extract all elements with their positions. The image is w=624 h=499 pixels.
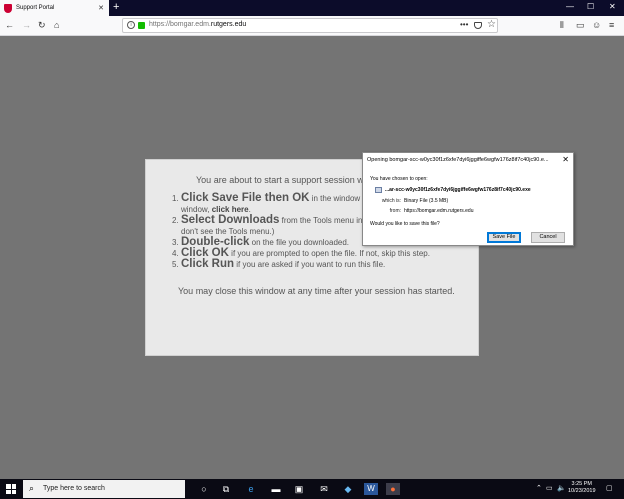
tab-close-icon[interactable]: ✕ xyxy=(98,4,104,12)
store-icon[interactable]: ▣ xyxy=(293,483,305,495)
reload-icon[interactable]: ↻ xyxy=(38,20,46,31)
step-text: if you are prompted to open the file. If… xyxy=(228,249,430,258)
clock-date: 10/23/2019 xyxy=(568,488,596,494)
taskbar-search[interactable]: ⌕ Type here to search xyxy=(23,480,185,498)
navigation-bar: ← → ↻ ⌂ i https://bomgar.edm.rutgers.edu… xyxy=(0,16,624,36)
step-number: 1. xyxy=(172,194,179,203)
step-number: 2. xyxy=(172,216,179,225)
bookmark-star-icon[interactable]: ☆ xyxy=(487,19,496,30)
which-is-label: which is: xyxy=(381,198,401,204)
page-actions-icon[interactable]: ••• xyxy=(460,20,468,29)
step-heading: Select Downloads xyxy=(181,214,280,226)
tab-title: Support Portal xyxy=(16,5,55,11)
url-domain: rutgers.edu xyxy=(210,21,247,28)
edge-icon[interactable]: e xyxy=(245,483,257,495)
exe-file-icon xyxy=(375,187,382,193)
save-file-button[interactable]: Save File xyxy=(487,232,521,243)
search-icon: ⌕ xyxy=(29,483,35,493)
chosen-text: You have chosen to open: xyxy=(370,176,428,182)
clock-time: 3:25 PM xyxy=(571,481,592,487)
sidebar-icon[interactable]: ▭ xyxy=(576,20,585,31)
tab-support-portal[interactable]: Support Portal ✕ xyxy=(0,0,109,16)
network-icon[interactable]: ▭ xyxy=(546,484,553,492)
new-tab-button[interactable]: + xyxy=(113,1,119,14)
minimize-button[interactable]: — xyxy=(566,2,574,12)
step-text: on the file you downloaded. xyxy=(249,238,350,247)
word-icon[interactable]: W xyxy=(364,483,378,495)
home-icon[interactable]: ⌂ xyxy=(54,20,59,31)
step-continuation-text: window, xyxy=(181,205,212,214)
title-bar: Support Portal ✕ + — ☐ ✕ xyxy=(0,0,624,16)
site-info-icon[interactable]: i xyxy=(127,21,135,29)
list-item: 5. Click Run if you are asked if you want… xyxy=(172,258,472,270)
file-explorer-icon[interactable]: ▬ xyxy=(270,483,282,495)
account-icon[interactable]: ☺ xyxy=(592,20,601,31)
step-continuation-end: . xyxy=(248,205,251,214)
step-heading: Click Run xyxy=(181,258,235,270)
step-number: 3. xyxy=(172,238,179,247)
dialog-close-icon[interactable]: ✕ xyxy=(562,155,569,164)
close-window-button[interactable]: ✕ xyxy=(609,2,616,12)
maximize-button[interactable]: ☐ xyxy=(587,2,594,12)
step-heading: Click Save File then OK xyxy=(181,192,310,204)
download-dialog: Opening bomgar-scc-w0yc30f1z6xfe7dyi6jgg… xyxy=(362,152,574,246)
step-text: from the Tools menu in F xyxy=(279,216,370,225)
url-bar[interactable]: i https://bomgar.edm.rutgers.edu ••• ☆ xyxy=(122,18,498,33)
task-view-icon[interactable]: ⧉ xyxy=(220,483,232,495)
notifications-icon[interactable]: ▢ xyxy=(606,484,613,492)
lock-icon[interactable] xyxy=(138,22,145,29)
windows-start-icon[interactable] xyxy=(6,484,16,494)
step-text: if you are asked if you want to run this… xyxy=(234,260,386,269)
step-number: 4. xyxy=(172,249,179,258)
save-question: Would you like to save this file? xyxy=(370,221,440,227)
taskbar: ⌕ Type here to search ○ ⧉ e ▬ ▣ ✉ ◆ W ● … xyxy=(0,479,624,499)
file-name: ...ar-scc-w0yc30f1z6xfe7dyi6jggiffe6wgfw… xyxy=(385,187,531,193)
forward-icon[interactable]: → xyxy=(22,20,31,31)
cancel-button[interactable]: Cancel xyxy=(531,232,565,243)
firefox-icon[interactable]: ● xyxy=(386,483,400,495)
url-prefix: https://bomgar.edm. xyxy=(149,21,211,28)
step-number: 5. xyxy=(172,260,179,269)
tray-chevron-icon[interactable]: ⌃ xyxy=(536,484,542,492)
closing-note: You may close this window at any time af… xyxy=(178,286,455,296)
from-value: https://bomgar.edm.rutgers.edu xyxy=(404,208,474,214)
cortana-icon[interactable]: ○ xyxy=(198,483,210,495)
from-label: from: xyxy=(389,208,401,214)
intro-text: You are about to start a support session… xyxy=(196,175,369,185)
mail-icon[interactable]: ✉ xyxy=(318,483,330,495)
menu-icon[interactable]: ≡ xyxy=(609,20,614,31)
pocket-icon[interactable] xyxy=(474,22,482,29)
dialog-title: Opening bomgar-scc-w0yc30f1z6xfe7dyi6jgg… xyxy=(367,157,549,163)
volume-icon[interactable]: 🔈 xyxy=(557,484,566,492)
rutgers-shield-icon xyxy=(4,3,12,13)
system-clock[interactable]: 3:25 PM 10/23/2019 xyxy=(568,481,596,495)
file-type-value: Binary File (3.5 MB) xyxy=(404,198,449,204)
click-here-link[interactable]: click here xyxy=(212,205,249,214)
search-placeholder: Type here to search xyxy=(43,485,105,492)
url-text[interactable]: https://bomgar.edm.rutgers.edu xyxy=(149,21,246,28)
library-icon[interactable]: ⫴ xyxy=(560,20,564,31)
app-icon[interactable]: ◆ xyxy=(342,483,354,495)
back-icon[interactable]: ← xyxy=(5,20,14,31)
